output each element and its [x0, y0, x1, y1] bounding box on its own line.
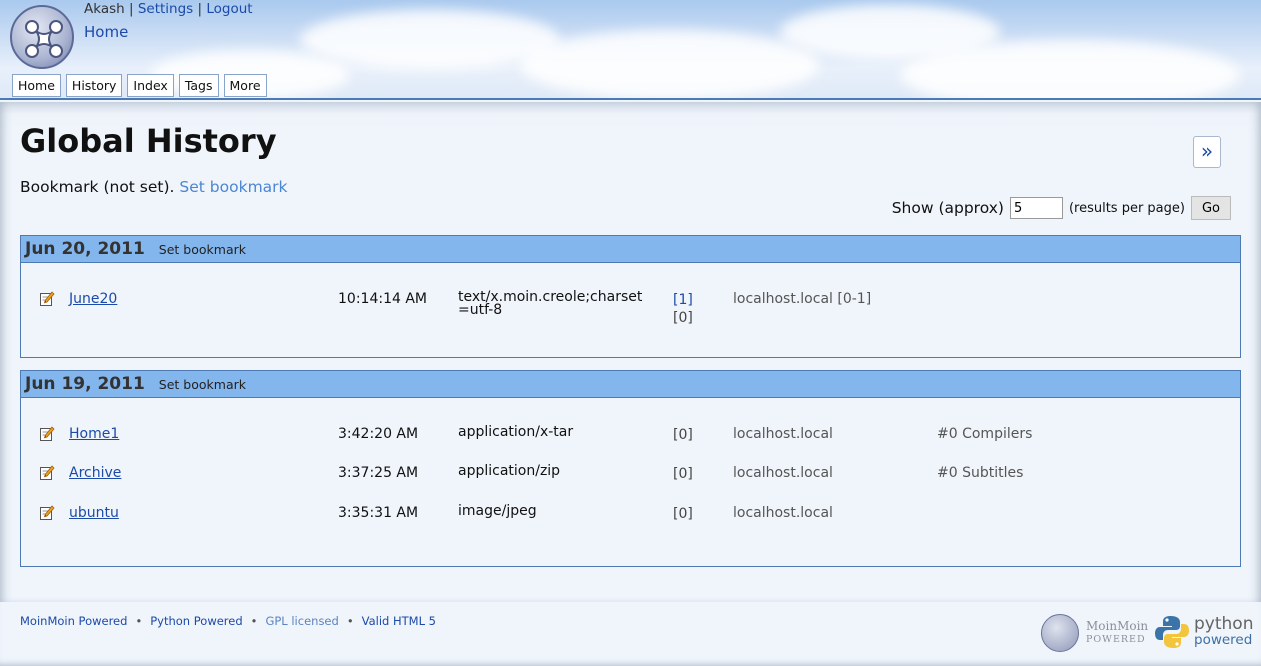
page-title: Global History [20, 122, 277, 160]
gpl-licensed-link[interactable]: GPL licensed [265, 614, 338, 628]
item-host: localhost.local [733, 465, 833, 481]
item-name-link[interactable]: June20 [69, 291, 117, 307]
edit-page-icon [40, 426, 55, 441]
username: Akash [84, 1, 125, 17]
moinmoin-logo-icon[interactable] [10, 5, 74, 69]
tab-history[interactable]: History [65, 74, 123, 97]
tab-index[interactable]: Index [127, 74, 174, 97]
tab-home[interactable]: Home [12, 74, 61, 97]
day-header: Jun 19, 2011 Set bookmark [21, 371, 1240, 398]
day-group: Jun 19, 2011 Set bookmark Home1 3:42:20 … [20, 370, 1241, 567]
item-content-type: application/x-tar [458, 424, 574, 440]
day-set-bookmark-link[interactable]: Set bookmark [159, 242, 246, 257]
breadcrumb-home-link[interactable]: Home [84, 23, 128, 41]
day-group: Jun 20, 2011 Set bookmark June20 10:14:1… [20, 235, 1241, 358]
bullet-separator: • [250, 614, 258, 628]
item-time: 10:14:14 AM [338, 291, 427, 307]
moinmoin-powered-badge[interactable]: MoinMoin POWERED [1041, 614, 1148, 652]
moinmoin-logo-icon [1041, 614, 1079, 652]
bookmark-status: Bookmark (not set). [20, 178, 175, 196]
revision-number: [0] [673, 310, 693, 326]
page-footer: MoinMoin Powered • Python Powered • GPL lice… [0, 602, 1261, 666]
settings-link[interactable]: Settings [138, 1, 193, 17]
valid-html5-link[interactable]: Valid HTML 5 [362, 614, 436, 628]
separator: | [128, 1, 134, 17]
cloud-decoration [900, 40, 1240, 98]
expand-button[interactable]: » [1193, 136, 1221, 168]
item-host: localhost.local [733, 505, 833, 521]
user-line: Akash | Settings | Logout [84, 1, 253, 17]
show-label: Show (approx) [891, 199, 1004, 217]
moinmoin-powered-link[interactable]: MoinMoin Powered [20, 614, 127, 628]
item-time: 3:37:25 AM [338, 465, 419, 481]
item-comment: #0 Compilers [937, 426, 1033, 442]
item-comment: #0 Subtitles [937, 465, 1024, 481]
moin-badge-text: MoinMoin POWERED [1086, 619, 1148, 647]
bookmark-line: Bookmark (not set). Set bookmark [20, 178, 288, 196]
python-logo-icon [1155, 616, 1189, 648]
item-name-link[interactable]: Home1 [69, 426, 119, 442]
edit-page-icon [40, 465, 55, 480]
bullet-separator: • [135, 614, 143, 628]
footer-links: MoinMoin Powered • Python Powered • GPL lice… [20, 614, 436, 628]
revision-link[interactable]: [1] [673, 292, 693, 308]
python-powered-link[interactable]: Python Powered [150, 614, 242, 628]
tab-tags[interactable]: Tags [178, 74, 219, 97]
revision-number: [0] [673, 427, 693, 443]
page-header: Akash | Settings | Logout Home Home Hist… [0, 0, 1261, 100]
item-content-type: image/jpeg [458, 503, 537, 519]
logout-link[interactable]: Logout [206, 1, 252, 17]
item-content-type: application/zip [458, 463, 561, 479]
revision-number: [0] [673, 506, 693, 522]
item-content-type: text/x.moin.creole;charset=utf-8 [458, 289, 643, 318]
day-header: Jun 20, 2011 Set bookmark [21, 236, 1240, 263]
edit-page-icon [40, 291, 55, 306]
day-date: Jun 20, 2011 [25, 239, 145, 259]
moin-badge-line1: MoinMoin [1086, 619, 1149, 633]
item-name-link[interactable]: Archive [69, 465, 121, 481]
python-badge-line1: python [1194, 614, 1254, 634]
item-host: localhost.local [733, 426, 833, 442]
nav-tabs: Home History Index Tags More [12, 74, 267, 97]
results-suffix: (results per page) [1068, 200, 1185, 216]
python-badge-text: python powered [1194, 614, 1254, 649]
results-count-input[interactable] [1009, 197, 1063, 219]
cloud-decoration [520, 30, 820, 98]
item-host: localhost.local [0-1] [733, 291, 872, 307]
go-button[interactable]: Go [1190, 196, 1231, 220]
python-powered-badge[interactable]: python powered [1154, 614, 1253, 650]
main-content: Global History » Bookmark (not set). Set… [0, 102, 1261, 602]
item-time: 3:42:20 AM [338, 426, 419, 442]
set-bookmark-link[interactable]: Set bookmark [179, 178, 287, 196]
revision-number: [0] [673, 466, 693, 482]
python-badge-line2: powered [1194, 632, 1253, 648]
tab-more[interactable]: More [223, 74, 267, 97]
item-revisions: [1] [0] [673, 291, 693, 327]
edit-page-icon [40, 505, 55, 520]
separator: | [197, 1, 203, 17]
day-set-bookmark-link[interactable]: Set bookmark [159, 377, 246, 392]
moin-badge-line2: POWERED [1086, 634, 1146, 645]
item-name-link[interactable]: ubuntu [69, 505, 119, 521]
results-per-page-form: Show (approx) (results per page) Go [892, 196, 1231, 220]
bullet-separator: • [346, 614, 354, 628]
item-time: 3:35:31 AM [338, 505, 419, 521]
day-date: Jun 19, 2011 [25, 374, 145, 394]
